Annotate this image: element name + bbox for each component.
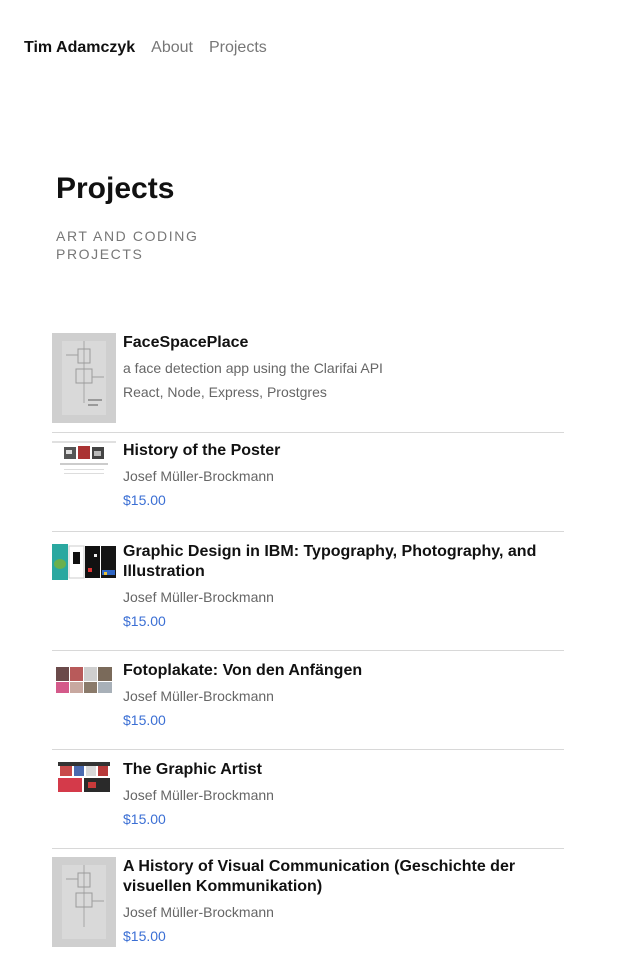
project-title[interactable]: A History of Visual Communication (Gesch…: [123, 857, 564, 897]
nav-link-projects[interactable]: Projects: [209, 38, 267, 58]
project-author: Josef Müller-Brockmann: [123, 904, 274, 920]
list-item[interactable]: Fotoplakate: Von den Anfängen Josef Müll…: [52, 650, 564, 749]
project-title[interactable]: History of the Poster: [123, 441, 564, 461]
nav-link-about[interactable]: About: [151, 38, 193, 58]
project-thumbnail[interactable]: [52, 542, 116, 582]
project-price: $15.00: [123, 811, 166, 827]
top-nav: Tim Adamczyk About Projects: [24, 38, 267, 58]
list-item[interactable]: History of the Poster Josef Müller-Brock…: [52, 432, 564, 531]
project-thumbnail[interactable]: [52, 661, 116, 701]
brand-link[interactable]: Tim Adamczyk: [24, 38, 135, 58]
project-price: $15.00: [123, 613, 166, 629]
project-description: a face detection app using the Clarifai …: [123, 360, 383, 376]
project-title[interactable]: The Graphic Artist: [123, 760, 564, 780]
project-price: $15.00: [123, 492, 166, 508]
project-author: Josef Müller-Brockmann: [123, 688, 274, 704]
project-title[interactable]: Graphic Design in IBM: Typography, Photo…: [123, 542, 564, 582]
project-title[interactable]: FaceSpacePlace: [123, 333, 564, 353]
project-list: FaceSpacePlace a face detection app usin…: [52, 333, 564, 958]
project-price: $15.00: [123, 928, 166, 944]
project-stack: React, Node, Express, Prostgres: [123, 384, 327, 400]
project-author: Josef Müller-Brockmann: [123, 589, 274, 605]
page-subtitle: ART AND CODING PROJECTS: [56, 228, 199, 262]
list-item[interactable]: The Graphic Artist Josef Müller-Brockman…: [52, 749, 564, 848]
project-thumbnail[interactable]: [52, 333, 116, 423]
project-title[interactable]: Fotoplakate: Von den Anfängen: [123, 661, 564, 681]
list-item[interactable]: A History of Visual Communication (Gesch…: [52, 848, 564, 958]
project-thumbnail[interactable]: [52, 441, 116, 481]
page-title: Projects: [56, 172, 175, 205]
project-price: $15.00: [123, 712, 166, 728]
project-author: Josef Müller-Brockmann: [123, 468, 274, 484]
list-item[interactable]: FaceSpacePlace a face detection app usin…: [52, 333, 564, 432]
project-thumbnail[interactable]: [52, 857, 116, 947]
project-thumbnail[interactable]: [52, 760, 116, 800]
project-author: Josef Müller-Brockmann: [123, 787, 274, 803]
list-item[interactable]: Graphic Design in IBM: Typography, Photo…: [52, 531, 564, 650]
